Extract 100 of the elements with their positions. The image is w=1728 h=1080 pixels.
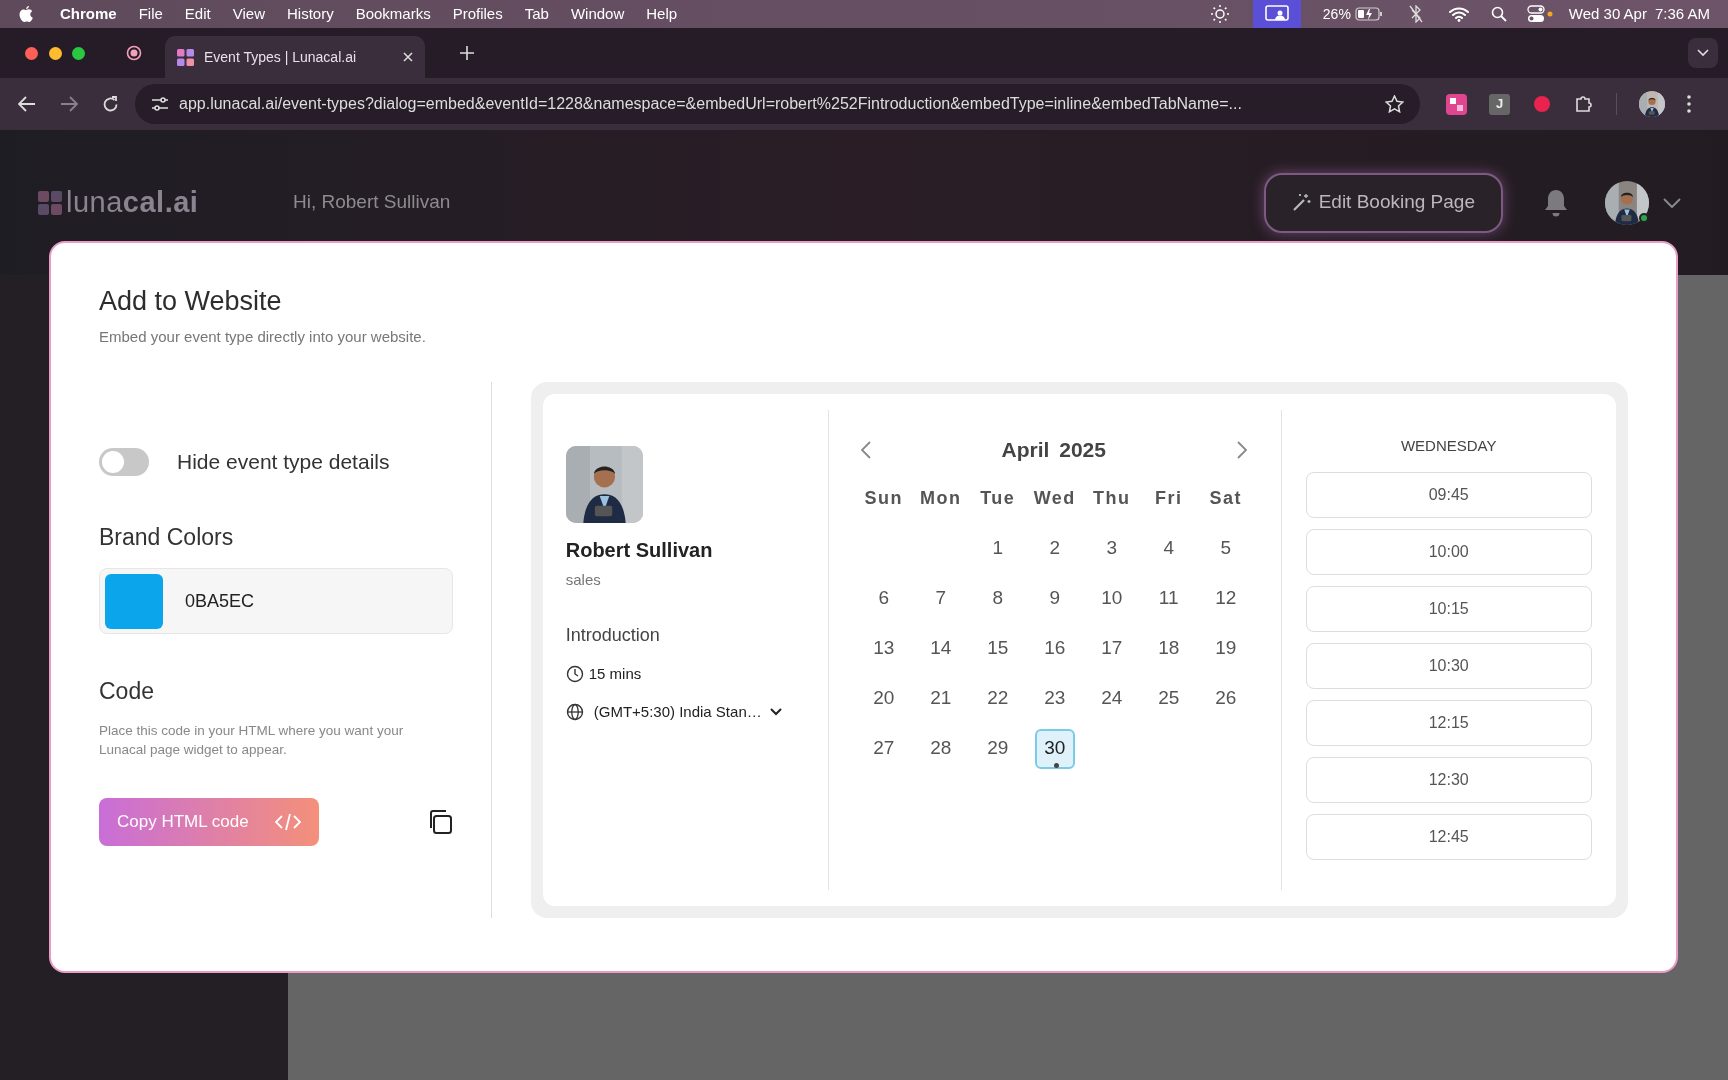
calendar-day[interactable]: 6 — [872, 584, 895, 613]
bookmark-star-icon[interactable] — [1385, 95, 1404, 113]
app-menu[interactable]: Chrome — [60, 2, 117, 26]
calendar-day[interactable]: 22 — [981, 684, 1015, 713]
forward-icon[interactable] — [60, 96, 78, 112]
calendar-day[interactable]: 26 — [1209, 684, 1243, 713]
calendar-day[interactable]: 16 — [1038, 634, 1072, 663]
calendar-day[interactable]: 20 — [867, 684, 901, 713]
search-icon[interactable] — [1490, 6, 1507, 22]
clock-icon — [565, 664, 584, 683]
back-icon[interactable] — [18, 96, 36, 112]
menu-item[interactable]: Edit — [184, 2, 211, 26]
calendar-day[interactable]: 2 — [1043, 534, 1066, 563]
new-tab-icon[interactable] — [460, 46, 474, 60]
year-label: 2025 — [1059, 438, 1106, 461]
puzzle-icon[interactable] — [1574, 94, 1594, 114]
calendar-day[interactable]: 13 — [867, 634, 901, 663]
calendar-day[interactable]: 9 — [1043, 584, 1066, 613]
calendar-day[interactable]: 15 — [981, 634, 1015, 663]
browser-tab[interactable]: Event Types | Lunacal.ai — [165, 36, 425, 78]
calendar-day[interactable]: 11 — [1152, 584, 1185, 613]
next-month-icon[interactable] — [1236, 440, 1247, 459]
online-status-dot — [1639, 212, 1649, 223]
copy-icon[interactable] — [427, 808, 453, 835]
maximize-window-button[interactable] — [72, 47, 85, 60]
calendar-day[interactable]: 23 — [1038, 684, 1072, 713]
calendar-day[interactable]: 17 — [1095, 634, 1129, 663]
menu-item[interactable]: Tab — [524, 2, 549, 26]
calendar-day[interactable]: 18 — [1152, 634, 1186, 663]
calendar-day[interactable]: 21 — [924, 684, 958, 713]
calendar-day[interactable]: 28 — [924, 734, 958, 763]
calendar-day[interactable]: 27 — [867, 734, 901, 763]
menu-item[interactable]: View — [232, 2, 265, 26]
url-text: app.lunacal.ai/event-types?dialog=embed&eventId=1228&namespace=&embedUrl=robert%252Fintroduction&embedType=inline&embedTabName=... — [179, 94, 1242, 114]
bell-icon[interactable] — [1543, 187, 1569, 218]
time-text[interactable]: 7:36 AM — [1654, 2, 1710, 26]
calendar-day[interactable]: 14 — [924, 634, 958, 663]
date-text[interactable]: Wed 30 Apr — [1568, 2, 1647, 26]
address-bar[interactable]: app.lunacal.ai/event-types?dialog=embed&eventId=1228&namespace=&embedUrl=robert%252Fintroduction&embedType=inline&embedTabName=... — [135, 84, 1420, 124]
calendar-day[interactable]: 4 — [1157, 534, 1180, 563]
host-team: sales — [565, 570, 602, 590]
control-center-icon[interactable] — [1526, 5, 1553, 23]
menu-item[interactable]: Bookmarks — [355, 2, 431, 26]
menu-item[interactable]: Help — [646, 2, 678, 26]
tab-search-button[interactable] — [1688, 38, 1718, 68]
extension-button[interactable]: J — [1489, 93, 1510, 115]
time-slot-button[interactable]: 12:30 — [1305, 757, 1592, 803]
menu-item[interactable]: History — [286, 2, 334, 26]
weekday-label: Mon — [920, 487, 962, 510]
calendar-day[interactable]: 25 — [1152, 684, 1186, 713]
edit-booking-page-button[interactable]: Edit Booking Page — [1263, 172, 1503, 233]
close-icon[interactable] — [403, 52, 413, 62]
toggle-switch[interactable] — [99, 447, 149, 476]
time-slot-button[interactable]: 09:45 — [1305, 472, 1592, 518]
record-icon[interactable] — [126, 45, 142, 61]
apple-icon[interactable] — [18, 5, 34, 23]
calendar-day[interactable]: 8 — [986, 584, 1009, 613]
time-slot-button[interactable]: 10:00 — [1305, 529, 1592, 575]
more-icon[interactable] — [1687, 95, 1691, 113]
menu-item[interactable]: File — [138, 2, 163, 26]
bluetooth-off-icon[interactable] — [1408, 5, 1423, 23]
reload-icon[interactable] — [102, 95, 119, 113]
tab-title: Event Types | Lunacal.ai — [204, 47, 357, 67]
chevron-down-icon — [769, 708, 782, 717]
logo-text: lunacal.ai — [66, 184, 199, 220]
color-swatch[interactable] — [105, 573, 163, 629]
calendar-day[interactable]: 19 — [1209, 634, 1243, 663]
calendar-day[interactable]: 5 — [1214, 534, 1237, 563]
menu-item[interactable]: Profiles — [452, 2, 503, 26]
calendar-day[interactable]: 10 — [1095, 584, 1129, 613]
time-slot-button[interactable]: 12:15 — [1305, 700, 1592, 746]
close-window-button[interactable] — [25, 47, 38, 60]
calendar-day[interactable]: 7 — [929, 584, 952, 613]
calendar-day[interactable]: 24 — [1095, 684, 1129, 713]
modal-title: Add to Website — [99, 285, 283, 318]
wifi-icon[interactable] — [1448, 6, 1469, 22]
timezone-select[interactable]: (GMT+5:30) India Stan… — [593, 701, 782, 724]
section-heading: Code — [99, 677, 155, 706]
calendar-day[interactable]: 3 — [1100, 534, 1123, 563]
chevron-down-icon[interactable] — [1663, 197, 1681, 208]
time-slot-button[interactable]: 12:45 — [1305, 814, 1592, 860]
time-slot-button[interactable]: 10:15 — [1305, 586, 1592, 632]
calendar-day[interactable]: 29 — [981, 734, 1015, 763]
minimize-window-button[interactable] — [49, 47, 62, 60]
calendar-day[interactable]: 30 — [1034, 728, 1075, 769]
calendar-day[interactable]: 1 — [986, 534, 1009, 563]
previous-month-icon[interactable] — [860, 440, 871, 459]
record-extension-icon[interactable] — [1532, 94, 1552, 114]
brightness-icon[interactable] — [1210, 5, 1229, 23]
extension-icon[interactable] — [1446, 93, 1467, 115]
battery-icon[interactable] — [1354, 7, 1383, 21]
event-duration: 15 mins — [588, 663, 642, 684]
screen-mirroring-icon[interactable] — [1252, 0, 1301, 28]
menu-item[interactable]: Window — [570, 2, 625, 26]
color-field[interactable]: 0BA5EC — [99, 568, 453, 634]
calendar-day[interactable]: 12 — [1209, 584, 1243, 613]
time-slot-button[interactable]: 10:30 — [1305, 643, 1592, 689]
globe-icon — [565, 703, 584, 722]
magic-wand-icon — [1291, 193, 1311, 212]
site-settings-icon[interactable] — [151, 96, 169, 112]
